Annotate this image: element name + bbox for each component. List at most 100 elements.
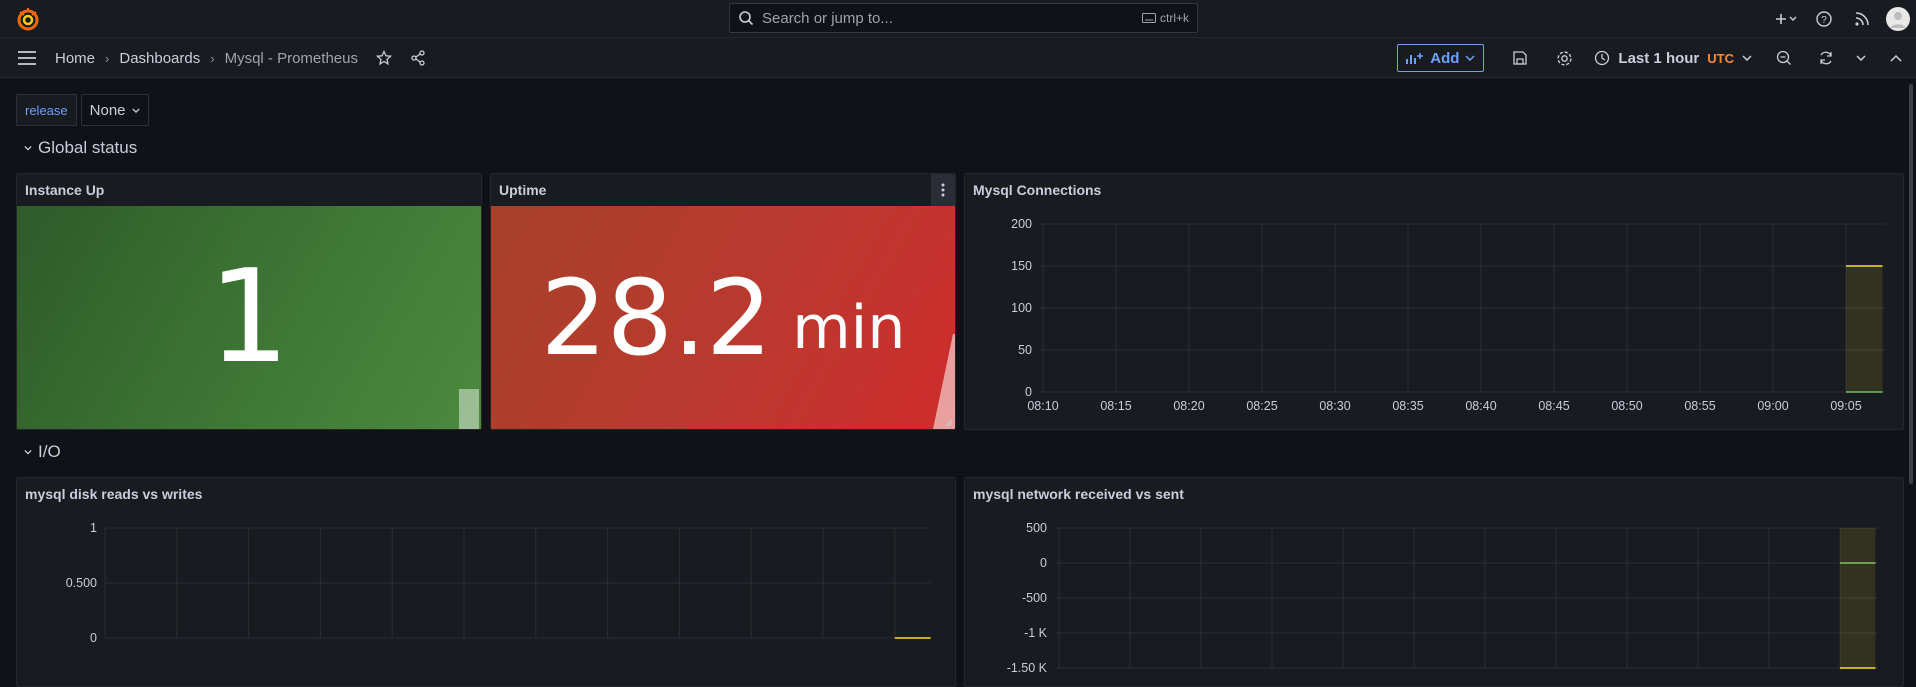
news-button[interactable] (1844, 11, 1880, 27)
menu-button[interactable] (16, 48, 38, 68)
new-menu-button[interactable] (1768, 13, 1804, 25)
search-icon (739, 11, 754, 26)
grafana-logo-icon[interactable] (16, 7, 40, 31)
add-button[interactable]: Add (1397, 44, 1485, 72)
add-button-label: Add (1430, 49, 1460, 67)
save-dashboard-button[interactable] (1498, 50, 1542, 66)
panel-mysql-connections[interactable]: Mysql Connections 200 150 100 50 0 08:10 08:15… (964, 173, 1904, 430)
breadcrumb-separator: › (210, 50, 215, 66)
stat-value: 28.2 min (491, 206, 955, 429)
variable-select-release[interactable]: None (80, 94, 149, 126)
collapse-toolbar-button[interactable] (1876, 54, 1916, 62)
breadcrumb-current: Mysql - Prometheus (224, 49, 358, 67)
top-right-actions: ? (1768, 0, 1916, 38)
chevron-down-icon (1742, 55, 1752, 61)
connections-chart: 200 150 100 50 008:10 08:15 08:20 08:25 08:30 08:… (1011, 217, 1885, 413)
x-tick-label: 08:10 (1027, 399, 1058, 413)
panel-mysql-disk[interactable]: mysql disk reads vs writes 1 0.500 0 (16, 477, 956, 687)
hamburger-icon (18, 51, 36, 65)
y-tick-label: 100 (1011, 301, 1032, 315)
scrollbar-thumb[interactable] (1909, 84, 1913, 484)
x-tick-label: 08:30 (1319, 399, 1350, 413)
svg-text:?: ? (1821, 15, 1827, 26)
x-tick-label: 08:20 (1173, 399, 1204, 413)
add-panel-icon (1406, 53, 1424, 64)
help-button[interactable]: ? (1804, 11, 1844, 27)
y-tick-label: 0 (1025, 385, 1032, 399)
favorite-button[interactable] (375, 50, 392, 66)
search-input[interactable]: Search or jump to... ctrl+k (729, 3, 1198, 33)
help-icon: ? (1816, 11, 1832, 27)
y-tick-label: 500 (1026, 521, 1047, 535)
variable-label-release: release (16, 94, 77, 126)
x-tick-label: 08:25 (1246, 399, 1277, 413)
chevron-up-icon (1890, 54, 1902, 62)
y-tick-label: 0.500 (66, 576, 97, 590)
chevron-down-icon (1465, 55, 1475, 61)
panel-instance-up[interactable]: Instance Up 1 (16, 173, 482, 430)
y-tick-label: 200 (1011, 217, 1032, 231)
y-tick-label: 1 (90, 521, 97, 535)
dashboard-toolbar: Add Last 1 hour UTC (1397, 38, 1916, 78)
breadcrumb-separator: › (105, 50, 110, 66)
refresh-interval-button[interactable] (1846, 55, 1876, 61)
dashboard-settings-button[interactable] (1542, 50, 1586, 67)
x-tick-label: 08:50 (1611, 399, 1642, 413)
row-global-status[interactable]: Global status (24, 138, 137, 158)
panel-mysql-network[interactable]: mysql network received vs sent 500 0 -500-… (964, 477, 1904, 687)
y-tick-label: 0 (90, 631, 97, 645)
page-scrollbar[interactable] (1906, 78, 1916, 678)
resize-handle-icon[interactable] (945, 419, 953, 427)
chevron-down-icon (1856, 55, 1866, 61)
zoom-out-button[interactable] (1762, 50, 1806, 66)
chevron-down-icon (24, 449, 32, 455)
x-tick-label: 08:40 (1465, 399, 1496, 413)
plus-icon (1776, 14, 1797, 24)
chevron-down-icon (24, 145, 32, 151)
refresh-button[interactable] (1806, 50, 1846, 66)
y-tick-label: -500 (1022, 591, 1047, 605)
x-tick-label: 09:05 (1830, 399, 1861, 413)
refresh-icon (1820, 51, 1832, 65)
sparkline (933, 334, 955, 429)
search-placeholder: Search or jump to... (762, 9, 893, 27)
breadcrumb: Home › Dashboards › Mysql - Prometheus (55, 38, 426, 78)
star-icon (375, 50, 392, 66)
timezone-label: UTC (1707, 50, 1734, 66)
stat-number: 1 (208, 243, 290, 392)
row-io[interactable]: I/O (24, 442, 61, 462)
template-variables: release None (16, 94, 149, 126)
sparkline (459, 389, 479, 429)
share-button[interactable] (410, 50, 426, 66)
gear-icon (1557, 50, 1572, 66)
y-tick-label: -1 K (1024, 626, 1048, 640)
y-tick-label: 150 (1011, 259, 1032, 273)
rss-icon (1855, 12, 1869, 26)
more-vertical-icon (941, 183, 945, 197)
chevron-down-icon (131, 107, 140, 113)
nav-bar: Home › Dashboards › Mysql - Prometheus A… (0, 38, 1916, 78)
stat-unit: min (792, 292, 906, 363)
breadcrumb-dashboards[interactable]: Dashboards (119, 50, 200, 67)
variable-value: None (89, 101, 126, 119)
x-tick-label: 08:35 (1392, 399, 1423, 413)
panel-menu-button[interactable] (931, 174, 955, 206)
y-tick-label: 0 (1040, 556, 1047, 570)
share-icon (411, 50, 425, 66)
series-area (1846, 266, 1883, 392)
avatar-icon (1886, 7, 1910, 31)
x-tick-label: 08:15 (1100, 399, 1131, 413)
panel-uptime[interactable]: Uptime 28.2 min (490, 173, 956, 430)
search-shortcut: ctrl+k (1141, 11, 1189, 25)
stat-background: 28.2 min (491, 206, 955, 429)
search-shortcut-label: ctrl+k (1159, 11, 1189, 25)
breadcrumb-home[interactable]: Home (55, 50, 95, 67)
clock-icon (1595, 50, 1610, 66)
time-range-picker[interactable]: Last 1 hour UTC (1594, 50, 1752, 67)
zoom-out-icon (1776, 50, 1791, 65)
network-chart: 500 0 -500 -1 K -1.50 K (1007, 521, 1878, 675)
series-area (1840, 528, 1876, 668)
user-avatar[interactable] (1880, 7, 1916, 31)
panel-title: Instance Up (25, 182, 105, 198)
stat-background: 1 (17, 206, 481, 429)
